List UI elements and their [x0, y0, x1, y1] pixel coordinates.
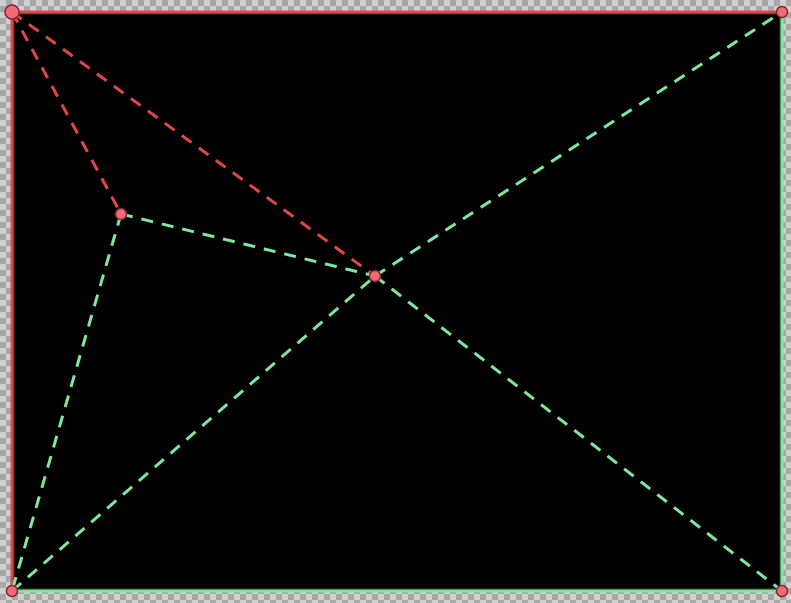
vertex-inner-left[interactable] — [114, 207, 128, 221]
triangulation-diagram — [4, 4, 789, 598]
canvas-background — [12, 12, 782, 591]
vertex-top-right[interactable] — [775, 5, 789, 19]
vertex-bottom-left[interactable] — [5, 584, 19, 598]
vertex-center[interactable] — [368, 269, 382, 283]
vertex-top-left[interactable] — [4, 4, 20, 20]
mesh-editor-canvas[interactable] — [0, 0, 791, 603]
vertex-bottom-right[interactable] — [775, 584, 789, 598]
